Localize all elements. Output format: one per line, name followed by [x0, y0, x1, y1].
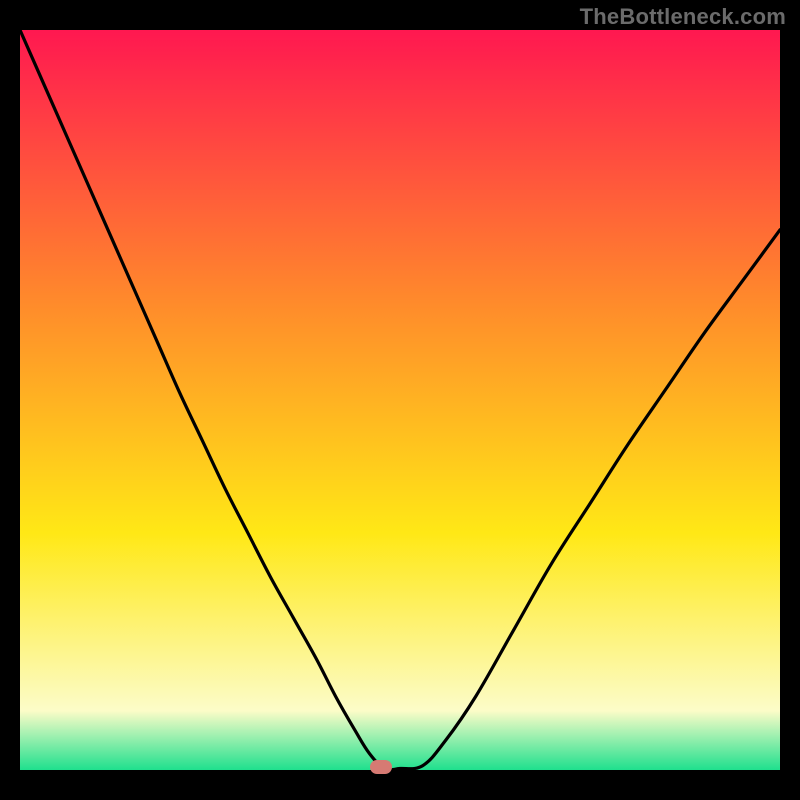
optimal-point-marker	[370, 760, 392, 774]
plot-area	[20, 30, 780, 770]
gradient-background	[20, 30, 780, 770]
chart-stage: TheBottleneck.com	[0, 0, 800, 800]
plot-svg	[20, 30, 780, 770]
watermark-text: TheBottleneck.com	[580, 4, 786, 30]
